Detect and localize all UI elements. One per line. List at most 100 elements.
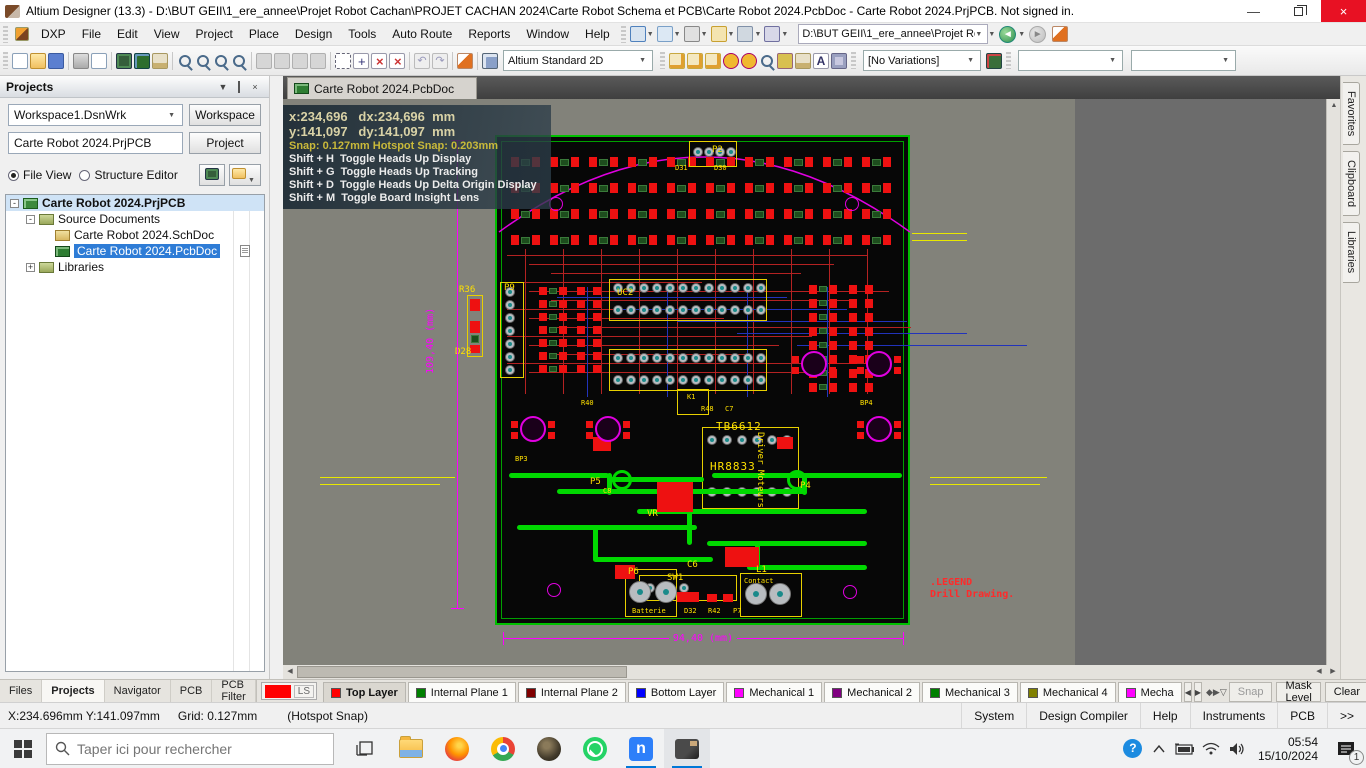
layer-scroll-left[interactable]: ◀ bbox=[1184, 682, 1192, 702]
project-button[interactable]: Project bbox=[189, 132, 261, 154]
menu-help[interactable]: Help bbox=[577, 24, 618, 44]
taskbar-search[interactable] bbox=[46, 733, 334, 765]
menu-design[interactable]: Design bbox=[287, 24, 340, 44]
status-menu-instruments[interactable]: Instruments bbox=[1190, 703, 1278, 728]
volume-tray-icon[interactable] bbox=[1224, 729, 1250, 768]
minimize-button[interactable]: — bbox=[1231, 0, 1276, 22]
layer-tab-mechanical-4[interactable]: Mechanical 4 bbox=[1020, 682, 1116, 702]
panel-tab-navigator[interactable]: Navigator bbox=[105, 680, 171, 702]
measure-icon[interactable] bbox=[711, 26, 727, 42]
menu-auto-route[interactable]: Auto Route bbox=[384, 24, 460, 44]
menu-window[interactable]: Window bbox=[518, 24, 577, 44]
place-pad-icon[interactable] bbox=[723, 53, 739, 69]
layer-tab-bottom-layer[interactable]: Bottom Layer bbox=[628, 682, 724, 702]
draw-icon[interactable] bbox=[630, 26, 646, 42]
tree-item-carte-robot-2024-pcbdoc[interactable]: Carte Robot 2024.PcbDoc bbox=[6, 243, 264, 259]
panel-tab-pcb-filter[interactable]: PCB Filter bbox=[212, 680, 255, 702]
open-pcb-icon[interactable] bbox=[116, 53, 132, 69]
layer-button-clear[interactable]: Clear bbox=[1325, 682, 1366, 702]
workspace-button[interactable]: Workspace bbox=[189, 104, 261, 126]
variations-combo[interactable]: [No Variations]▼ bbox=[863, 50, 981, 71]
zoom-document-icon[interactable] bbox=[179, 55, 191, 67]
panel-pin-icon[interactable] bbox=[231, 79, 247, 95]
place-component-icon[interactable] bbox=[831, 53, 847, 69]
layer-set-button[interactable]: LS bbox=[261, 682, 317, 700]
restore-button[interactable] bbox=[1276, 0, 1321, 22]
battery-tray-icon[interactable] bbox=[1172, 729, 1198, 768]
chevron-down-icon[interactable]: ▼ bbox=[754, 31, 761, 38]
file-view-radio[interactable] bbox=[8, 170, 19, 181]
menu-reports[interactable]: Reports bbox=[460, 24, 518, 44]
undo-icon[interactable]: ↶ bbox=[414, 53, 430, 69]
project-field[interactable]: Carte Robot 2024.PrjPCB bbox=[8, 132, 183, 154]
chevron-down-icon[interactable]: ▼ bbox=[701, 31, 708, 38]
cross-probe-icon[interactable] bbox=[371, 53, 387, 69]
heads-up-icon[interactable] bbox=[457, 53, 473, 69]
place-via-icon[interactable] bbox=[741, 53, 757, 69]
grid-icon[interactable] bbox=[764, 26, 780, 42]
wifi-tray-icon[interactable] bbox=[1198, 729, 1224, 768]
zoom-filter-icon[interactable] bbox=[233, 55, 245, 67]
chevron-down-icon[interactable]: ▼ bbox=[781, 31, 788, 38]
right-tab-favorites[interactable]: Favorites bbox=[1343, 82, 1360, 145]
status-menu-[interactable]: >> bbox=[1327, 703, 1366, 728]
layer-tab-top-layer[interactable]: Top Layer bbox=[323, 682, 406, 702]
helm-icon[interactable] bbox=[1052, 26, 1068, 42]
zoom-area-icon[interactable] bbox=[197, 55, 209, 67]
chevron-down-icon[interactable]: ▼ bbox=[674, 31, 681, 38]
pcb-canvas[interactable]: P2D30D31P9UC2K1BP4BP3TB6612HR8833Driver … bbox=[283, 99, 1340, 665]
print-preview-icon[interactable] bbox=[91, 53, 107, 69]
panel-tab-files[interactable]: Files bbox=[0, 680, 42, 702]
menu-dxp[interactable]: DXP bbox=[33, 24, 74, 44]
empty-combo-2[interactable]: ▼ bbox=[1131, 50, 1236, 71]
copy-icon[interactable] bbox=[274, 53, 290, 69]
layer-button-snap[interactable]: Snap bbox=[1229, 682, 1273, 702]
vertical-scrollbar[interactable]: ▲ bbox=[1326, 99, 1340, 665]
panel-tab-projects[interactable]: Projects bbox=[42, 680, 104, 702]
chevron-down-icon[interactable]: ▼ bbox=[988, 31, 995, 38]
save-icon[interactable] bbox=[48, 53, 64, 69]
tree-expander-icon[interactable]: - bbox=[26, 215, 35, 224]
chevron-down-icon[interactable]: ▼ bbox=[1018, 31, 1025, 38]
snapshot-icon[interactable] bbox=[482, 53, 498, 69]
layer-tab-mechanical-3[interactable]: Mechanical 3 bbox=[922, 682, 1018, 702]
find-icon[interactable] bbox=[684, 26, 700, 42]
tree-item-source-documents[interactable]: -Source Documents bbox=[6, 211, 264, 227]
right-tab-clipboard[interactable]: Clipboard bbox=[1343, 151, 1360, 216]
chevron-down-icon[interactable]: ▼ bbox=[647, 31, 654, 38]
menu-project[interactable]: Project bbox=[188, 24, 241, 44]
firefox-button[interactable] bbox=[434, 729, 480, 768]
print-icon[interactable] bbox=[73, 53, 89, 69]
forward-button[interactable]: ► bbox=[1029, 26, 1046, 43]
layer-tab-mecha[interactable]: Mecha bbox=[1118, 682, 1182, 702]
interactive-routing-icon[interactable] bbox=[669, 53, 685, 69]
document-tab[interactable]: Carte Robot 2024.PcbDoc bbox=[287, 77, 477, 99]
app-button[interactable] bbox=[526, 729, 572, 768]
place-arc-icon[interactable] bbox=[761, 55, 773, 67]
status-menu-designcompiler[interactable]: Design Compiler bbox=[1026, 703, 1140, 728]
tree-expander-icon[interactable]: - bbox=[10, 199, 19, 208]
scrollbar-thumb[interactable] bbox=[297, 666, 627, 678]
right-tab-libraries[interactable]: Libraries bbox=[1343, 222, 1360, 282]
menu-view[interactable]: View bbox=[146, 24, 188, 44]
layer-tab-mechanical-1[interactable]: Mechanical 1 bbox=[726, 682, 822, 702]
scroll-left-arrow[interactable]: ◀ bbox=[283, 665, 297, 679]
pcb-release-icon[interactable] bbox=[134, 53, 150, 69]
layer-button-mask-level[interactable]: Mask Level bbox=[1276, 682, 1320, 702]
menu-place[interactable]: Place bbox=[241, 24, 287, 44]
altium-taskbar-button[interactable] bbox=[664, 729, 710, 768]
view-configuration-combo[interactable]: Altium Standard 2D▼ bbox=[503, 50, 653, 71]
pcb-board[interactable]: P2D30D31P9UC2K1BP4BP3TB6612HR8833Driver … bbox=[495, 135, 910, 625]
workspace-combo[interactable]: Workspace1.DsnWrk ▼ bbox=[8, 104, 183, 126]
place-polygon-icon[interactable] bbox=[795, 53, 811, 69]
taskbar-clock[interactable]: 05:54 15/10/2024 bbox=[1250, 735, 1326, 763]
status-menu-system[interactable]: System bbox=[961, 703, 1026, 728]
status-menu-help[interactable]: Help bbox=[1140, 703, 1190, 728]
task-view-button[interactable] bbox=[342, 729, 388, 768]
back-button[interactable]: ◄ bbox=[999, 26, 1016, 43]
recent-path-combo[interactable]: D:\BUT GEII\1_ere_annee\Projet Ro ▼ bbox=[798, 24, 988, 44]
open-docs-button[interactable]: ▼ bbox=[229, 164, 261, 186]
room-icon[interactable] bbox=[737, 26, 753, 42]
start-button[interactable] bbox=[0, 729, 46, 768]
route-differential-icon[interactable] bbox=[687, 53, 703, 69]
